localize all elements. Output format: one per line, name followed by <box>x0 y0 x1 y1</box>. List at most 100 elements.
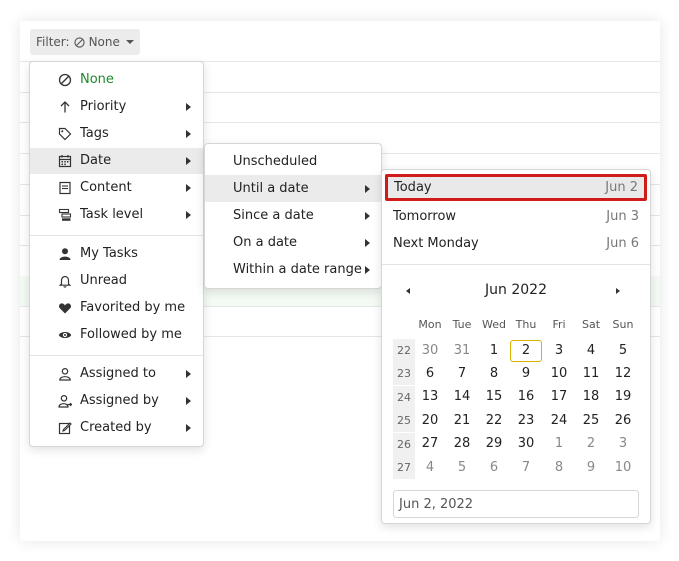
calendar-day-selected[interactable]: 2 <box>510 339 542 362</box>
submenu-item-label: Within a date range <box>233 262 362 277</box>
quick-date-today[interactable]: Today Jun 2 <box>385 174 647 201</box>
menu-item-label: Tags <box>80 126 109 141</box>
calendar-day[interactable]: 12 <box>607 363 639 385</box>
calendar-day[interactable]: 10 <box>607 457 639 479</box>
quick-date-next-monday[interactable]: Next Monday Jun 6 <box>385 230 647 257</box>
menu-item-created-by[interactable]: Created by <box>30 415 203 441</box>
chevron-right-icon <box>186 184 191 192</box>
week-number: 22 <box>393 339 415 362</box>
calendar-day[interactable]: 25 <box>575 410 607 432</box>
calendar-day[interactable]: 11 <box>575 363 607 385</box>
calendar-day[interactable]: 1 <box>478 340 510 362</box>
arrow-up-icon <box>60 101 70 113</box>
calendar-day[interactable]: 5 <box>607 340 639 362</box>
calendar-day[interactable]: 14 <box>446 386 478 408</box>
menu-item-label: Unread <box>80 273 128 288</box>
submenu-item-within-date-range[interactable]: Within a date range <box>205 256 381 283</box>
menu-item-assigned-by[interactable]: Assigned by <box>30 388 203 414</box>
next-month-icon[interactable] <box>616 288 620 294</box>
calendar-day[interactable]: 4 <box>575 340 607 362</box>
calendar-day[interactable]: 7 <box>510 457 542 479</box>
menu-item-date[interactable]: Date <box>30 148 203 174</box>
calendar-day[interactable]: 8 <box>543 457 575 479</box>
chevron-right-icon <box>186 397 191 405</box>
calendar-day[interactable]: 10 <box>543 363 575 385</box>
week-number: 24 <box>393 385 415 409</box>
chevron-right-icon <box>186 424 191 432</box>
calendar-day[interactable]: 26 <box>607 410 639 432</box>
weekday-header: Sat <box>581 318 601 331</box>
menu-item-label: Followed by me <box>80 327 182 342</box>
calendar-day[interactable]: 22 <box>478 410 510 432</box>
quick-date-tomorrow[interactable]: Tomorrow Jun 3 <box>385 203 647 230</box>
menu-item-tags[interactable]: Tags <box>30 121 203 147</box>
menu-item-label: Date <box>80 153 112 168</box>
caret-down-icon <box>125 40 134 44</box>
menu-item-unread[interactable]: Unread <box>30 268 203 294</box>
calendar-day[interactable]: 20 <box>414 410 446 432</box>
submenu-item-on-a-date[interactable]: On a date <box>205 229 381 256</box>
menu-item-label: Priority <box>80 99 127 114</box>
calendar-day[interactable]: 17 <box>543 386 575 408</box>
calendar-day[interactable]: 27 <box>414 433 446 455</box>
calendar-day[interactable]: 15 <box>478 386 510 408</box>
submenu-item-since-a-date[interactable]: Since a date <box>205 202 381 229</box>
menu-item-label: Assigned by <box>80 393 159 408</box>
date-input[interactable]: Jun 2, 2022 <box>393 490 639 518</box>
calendar-day[interactable]: 1 <box>543 433 575 455</box>
calendar-day[interactable]: 23 <box>510 410 542 432</box>
submenu-item-until-a-date[interactable]: Until a date <box>205 175 381 202</box>
menu-item-label: Task level <box>80 207 144 222</box>
menu-item-none[interactable]: None <box>30 67 203 93</box>
submenu-item-label: On a date <box>233 235 298 250</box>
calendar-day[interactable]: 18 <box>575 386 607 408</box>
menu-item-favorited[interactable]: Favorited by me <box>30 295 203 321</box>
calendar-day[interactable]: 6 <box>414 363 446 385</box>
menu-divider <box>30 355 203 356</box>
submenu-item-label: Unscheduled <box>233 154 318 169</box>
week-number: 25 <box>393 409 415 433</box>
calendar-month-title: Jun 2022 <box>485 282 547 298</box>
calendar-day[interactable]: 5 <box>446 457 478 479</box>
calendar-day[interactable]: 8 <box>478 363 510 385</box>
menu-item-label: Favorited by me <box>80 300 186 315</box>
menu-item-followed[interactable]: Followed by me <box>30 322 203 348</box>
filter-label: Filter: <box>36 35 70 49</box>
calendar-day[interactable]: 16 <box>510 386 542 408</box>
calendar-day[interactable]: 2 <box>575 433 607 455</box>
menu-item-priority[interactable]: Priority <box>30 94 203 120</box>
calendar-day[interactable]: 24 <box>543 410 575 432</box>
menu-item-my-tasks[interactable]: My Tasks <box>30 241 203 267</box>
menu-item-assigned-to[interactable]: Assigned to <box>30 361 203 387</box>
menu-divider <box>30 235 203 236</box>
filter-button[interactable]: Filter: None <box>30 29 140 55</box>
calendar-day[interactable]: 29 <box>478 433 510 455</box>
chevron-right-icon <box>186 103 191 111</box>
calendar-day[interactable]: 21 <box>446 410 478 432</box>
calendar-day[interactable]: 30 <box>510 433 542 455</box>
until-date-submenu: Today Jun 2 Tomorrow Jun 3 Next Monday J… <box>381 169 651 524</box>
calendar-day[interactable]: 30 <box>414 340 446 362</box>
week-number: 27 <box>393 456 415 479</box>
none-icon <box>58 73 72 87</box>
calendar-day[interactable]: 3 <box>543 340 575 362</box>
menu-item-label: My Tasks <box>80 246 138 261</box>
filter-menu: None Priority Tags Date Content Task lev… <box>29 61 204 447</box>
calendar-day[interactable]: 3 <box>607 433 639 455</box>
week-number: 26 <box>393 432 415 456</box>
calendar-day[interactable]: 13 <box>414 386 446 408</box>
calendar-day[interactable]: 28 <box>446 433 478 455</box>
menu-item-task-level[interactable]: Task level <box>30 202 203 228</box>
menu-item-content[interactable]: Content <box>30 175 203 201</box>
menu-item-label: Assigned to <box>80 366 156 381</box>
calendar-day[interactable]: 19 <box>607 386 639 408</box>
calendar-day[interactable]: 9 <box>510 363 542 385</box>
weekday-header: Thu <box>515 318 537 331</box>
submenu-item-unscheduled[interactable]: Unscheduled <box>205 148 381 175</box>
calendar-day[interactable]: 7 <box>446 363 478 385</box>
calendar-day[interactable]: 31 <box>446 340 478 362</box>
calendar-day[interactable]: 9 <box>575 457 607 479</box>
calendar-day[interactable]: 6 <box>478 457 510 479</box>
calendar-day[interactable]: 4 <box>414 457 446 479</box>
quick-date-value: Jun 3 <box>606 209 639 224</box>
